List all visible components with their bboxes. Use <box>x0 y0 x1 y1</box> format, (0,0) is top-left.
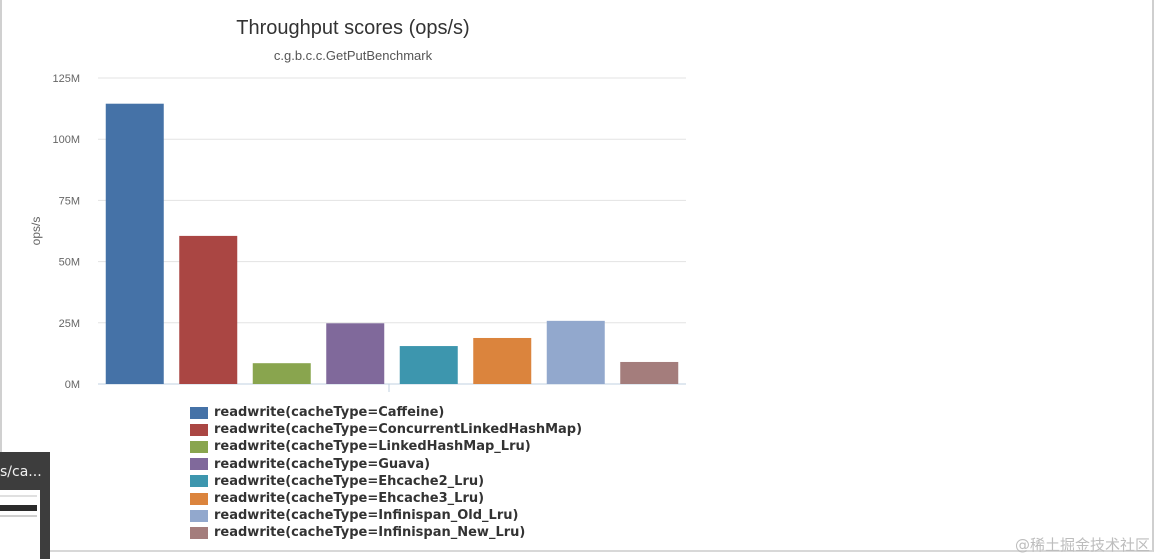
legend-swatch <box>190 509 208 522</box>
legend-item[interactable]: readwrite(cacheType=Ehcache3_Lru) <box>190 490 582 507</box>
thumbnail-line <box>0 495 37 497</box>
legend-label: readwrite(cacheType=Ehcache3_Lru) <box>214 491 485 507</box>
thumbnail-toolbar <box>0 505 37 511</box>
thumbnail-preview <box>0 490 40 559</box>
y-axis-title: ops/s <box>29 217 43 246</box>
legend-item[interactable]: readwrite(cacheType=Guava) <box>190 456 582 473</box>
legend-label: readwrite(cacheType=Guava) <box>214 456 431 472</box>
legend-swatch <box>190 458 208 471</box>
bar[interactable] <box>473 337 532 384</box>
legend-item[interactable]: readwrite(cacheType=Ehcache2_Lru) <box>190 473 582 490</box>
bar[interactable] <box>620 361 679 384</box>
legend-item[interactable]: readwrite(cacheType=Infinispan_Old_Lru) <box>190 507 582 524</box>
bars <box>105 103 679 384</box>
y-tick-label: 50M <box>59 257 80 269</box>
legend-label: readwrite(cacheType=Infinispan_Old_Lru) <box>214 508 519 524</box>
legend-swatch <box>190 526 208 539</box>
legend-swatch <box>190 406 208 419</box>
chart-subtitle: c.g.b.c.c.GetPutBenchmark <box>274 48 433 63</box>
legend-swatch <box>190 423 208 436</box>
y-tick-label: 75M <box>59 195 80 207</box>
legend-swatch <box>190 440 208 453</box>
bar[interactable] <box>326 323 385 384</box>
bar[interactable] <box>399 346 458 384</box>
y-tick-label: 25M <box>59 318 80 330</box>
y-tick-label: 100M <box>52 134 80 146</box>
thumbnail-line <box>0 515 37 517</box>
bar[interactable] <box>105 103 164 384</box>
bar[interactable] <box>546 320 605 384</box>
chart-title: Throughput scores (ops/s) <box>236 17 469 39</box>
window-thumbnail[interactable]: s/ca... <box>0 452 50 559</box>
legend-swatch <box>190 475 208 488</box>
y-tick-label: 125M <box>52 73 80 85</box>
legend-label: readwrite(cacheType=Infinispan_New_Lru) <box>214 525 526 541</box>
legend-item[interactable]: readwrite(cacheType=Infinispan_New_Lru) <box>190 524 582 541</box>
legend-label: readwrite(cacheType=Caffeine) <box>214 405 445 421</box>
legend-swatch <box>190 492 208 505</box>
chart-legend: readwrite(cacheType=Caffeine) readwrite(c… <box>190 404 582 542</box>
y-tick-label: 0M <box>65 379 80 391</box>
bar[interactable] <box>252 363 311 384</box>
watermark: @稀土掘金技术社区 <box>1014 536 1150 554</box>
legend-label: readwrite(cacheType=ConcurrentLinkedHash… <box>214 422 583 438</box>
legend-item[interactable]: readwrite(cacheType=ConcurrentLinkedHash… <box>190 421 582 438</box>
thumbnail-title: s/ca... <box>0 464 42 480</box>
legend-label: readwrite(cacheType=LinkedHashMap_Lru) <box>214 439 531 455</box>
legend-label: readwrite(cacheType=Ehcache2_Lru) <box>214 473 485 489</box>
bar[interactable] <box>179 235 238 384</box>
legend-item[interactable]: readwrite(cacheType=Caffeine) <box>190 404 582 421</box>
legend-item[interactable]: readwrite(cacheType=LinkedHashMap_Lru) <box>190 438 582 455</box>
